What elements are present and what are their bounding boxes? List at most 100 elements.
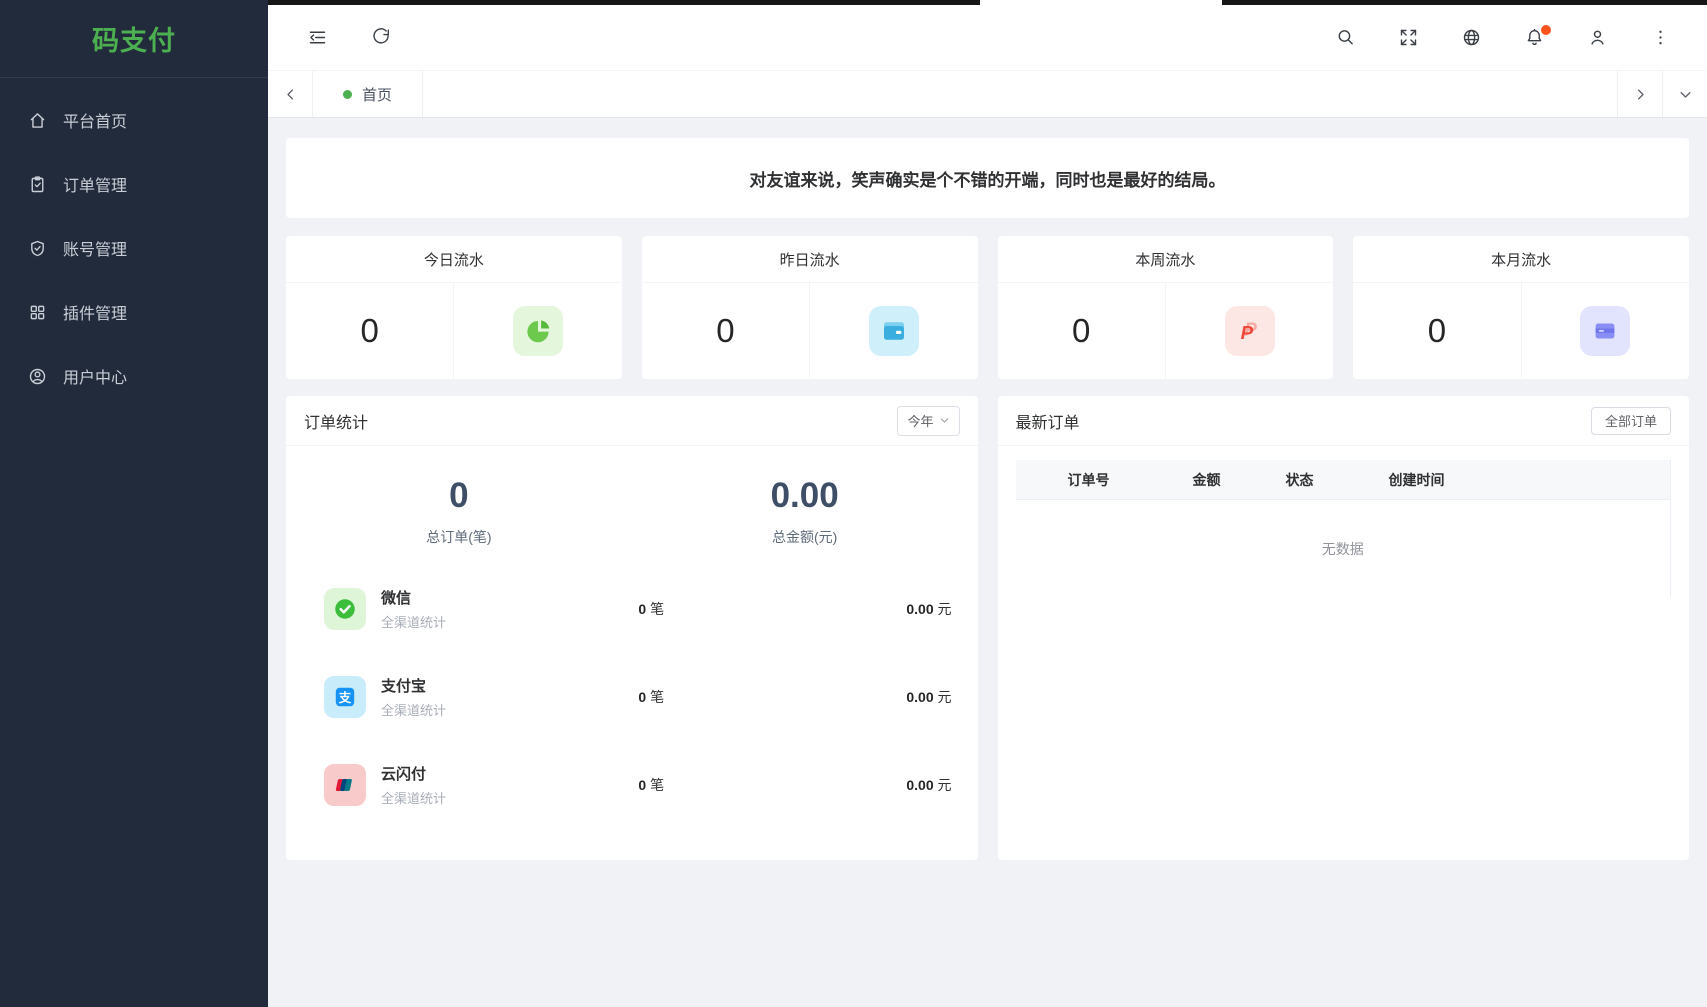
sidebar: 码支付 平台首页 订单管理 账号管理 插件管理: [0, 0, 268, 1007]
shield-check-icon: [26, 237, 48, 259]
total-orders-label: 总订单(笔): [286, 527, 632, 547]
sidebar-item-home[interactable]: 平台首页: [0, 88, 268, 152]
range-selector-value: 今年: [907, 411, 933, 430]
channel-row-alipay: 支 支付宝 全渠道统计 0 笔 0.00 元: [324, 675, 952, 719]
sidebar-item-orders[interactable]: 订单管理: [0, 152, 268, 216]
channel-row-wechat: 微信 全渠道统计 0 笔 0.00 元: [324, 587, 952, 631]
channel-amount-unit: 元: [938, 777, 952, 793]
collapse-menu-icon[interactable]: [300, 21, 334, 55]
tabs-scroll-left-button[interactable]: [268, 71, 313, 117]
unionpay-icon: [324, 764, 366, 806]
channel-amount-unit: 元: [938, 689, 952, 705]
stat-card-title: 本月流水: [1353, 236, 1689, 283]
total-amount-value: 0.00: [632, 476, 978, 516]
stat-card-value: 0: [1353, 283, 1520, 378]
channel-amount-unit: 元: [938, 601, 952, 617]
stat-card-value: 0: [286, 283, 453, 378]
user-icon[interactable]: [1580, 21, 1614, 55]
stat-card-today: 今日流水 0: [286, 236, 622, 379]
channel-name: 支付宝: [381, 675, 541, 696]
bell-icon[interactable]: [1517, 21, 1551, 55]
sidebar-item-plugins[interactable]: 插件管理: [0, 280, 268, 344]
main-area: 首页 对友谊来说，笑声确实是个不错的开端，同时也是最好的结局。 今日流水 0: [268, 0, 1707, 1007]
stat-card-this-week: 本周流水 0 PP: [998, 236, 1334, 379]
kebab-menu-icon[interactable]: [1643, 21, 1677, 55]
range-selector-dropdown[interactable]: 今年: [897, 406, 959, 436]
total-amount-label: 总金额(元): [632, 527, 978, 547]
daily-quote-banner: 对友谊来说，笑声确实是个不错的开端，同时也是最好的结局。: [286, 138, 1689, 218]
order-stats-title: 订单统计: [304, 409, 368, 433]
channel-count-unit: 笔: [650, 601, 664, 617]
tab-home[interactable]: 首页: [313, 71, 423, 117]
order-stats-panel: 订单统计 今年 0 总订单(笔) 0.00 总金额(元): [286, 396, 978, 860]
stat-card-value: 0: [998, 283, 1165, 378]
sidebar-item-label: 平台首页: [63, 108, 127, 132]
stat-card-title: 昨日流水: [642, 236, 978, 283]
column-header-created-at: 创建时间: [1389, 470, 1671, 490]
channel-subtitle: 全渠道统计: [381, 612, 541, 631]
search-icon[interactable]: [1328, 21, 1362, 55]
sidebar-item-label: 订单管理: [63, 172, 127, 196]
wallet-icon: [869, 306, 919, 356]
stat-card-title: 本周流水: [998, 236, 1334, 283]
latest-orders-title: 最新订单: [1016, 409, 1080, 433]
channel-amount: 0.00: [906, 689, 933, 705]
page-content: 对友谊来说，笑声确实是个不错的开端，同时也是最好的结局。 今日流水 0 昨日流水…: [268, 118, 1707, 1007]
channel-amount: 0.00: [906, 601, 933, 617]
channel-count: 0: [638, 777, 646, 793]
sidebar-menu: 平台首页 订单管理 账号管理 插件管理 用户中心: [0, 78, 268, 408]
stat-card-yesterday: 昨日流水 0: [642, 236, 978, 379]
channel-count-unit: 笔: [650, 689, 664, 705]
tabs-scroll-right-button[interactable]: [1617, 71, 1662, 117]
panels-row: 订单统计 今年 0 总订单(笔) 0.00 总金额(元): [286, 396, 1689, 860]
tabs-dropdown-button[interactable]: [1662, 71, 1707, 117]
total-amount: 0.00 总金额(元): [632, 476, 978, 547]
channel-row-unionpay: 云闪付 全渠道统计 0 笔 0.00 元: [324, 763, 952, 807]
home-icon: [26, 109, 48, 131]
latest-orders-panel: 最新订单 全部订单 订单号 金额 状态 创建时间 无数据: [998, 396, 1690, 860]
sidebar-item-label: 插件管理: [63, 300, 127, 324]
fullscreen-icon[interactable]: [1391, 21, 1425, 55]
total-orders: 0 总订单(笔): [286, 476, 632, 547]
tab-bar: 首页: [268, 70, 1707, 118]
stat-card-value: 0: [642, 283, 809, 378]
order-clipboard-icon: [26, 173, 48, 195]
orders-table: 订单号 金额 状态 创建时间 无数据: [1016, 460, 1672, 597]
channel-subtitle: 全渠道统计: [381, 788, 541, 807]
tab-label: 首页: [362, 84, 392, 105]
sidebar-item-accounts[interactable]: 账号管理: [0, 216, 268, 280]
window-top-strip: [268, 0, 1707, 5]
tabs-spacer: [423, 71, 1617, 117]
channel-name: 微信: [381, 587, 541, 608]
all-orders-button[interactable]: 全部订单: [1591, 407, 1671, 435]
sidebar-item-label: 账号管理: [63, 236, 127, 260]
globe-icon[interactable]: [1454, 21, 1488, 55]
sidebar-item-user-center[interactable]: 用户中心: [0, 344, 268, 408]
app-logo: 码支付: [0, 0, 268, 78]
refresh-icon[interactable]: [364, 21, 398, 55]
channel-list: 微信 全渠道统计 0 笔 0.00 元 支 支付宝 全渠道统计: [286, 553, 978, 807]
pie-chart-icon: [513, 306, 563, 356]
svg-text:支: 支: [338, 690, 352, 705]
channel-count-unit: 笔: [650, 777, 664, 793]
channel-amount: 0.00: [906, 777, 933, 793]
chevron-down-icon: [939, 415, 950, 426]
column-header-status: 状态: [1286, 470, 1389, 490]
header-bar: [268, 5, 1707, 70]
paypal-icon: PP: [1225, 306, 1275, 356]
channel-count: 0: [638, 601, 646, 617]
active-tab-dot: [343, 90, 352, 99]
svg-text:P: P: [1240, 322, 1253, 343]
stat-cards-row: 今日流水 0 昨日流水 0: [286, 236, 1689, 379]
empty-state-text: 无数据: [1016, 500, 1671, 597]
channel-count: 0: [638, 689, 646, 705]
column-header-amount: 金额: [1193, 470, 1286, 490]
channel-name: 云闪付: [381, 763, 541, 784]
user-circle-icon: [26, 365, 48, 387]
alipay-icon: 支: [324, 676, 366, 718]
quote-text: 对友谊来说，笑声确实是个不错的开端，同时也是最好的结局。: [750, 166, 1226, 191]
column-header-order-no: 订单号: [1016, 470, 1193, 490]
orders-table-header: 订单号 金额 状态 创建时间: [1016, 460, 1671, 500]
notification-badge: [1541, 25, 1551, 35]
window-top-strip-gap: [980, 0, 1222, 5]
